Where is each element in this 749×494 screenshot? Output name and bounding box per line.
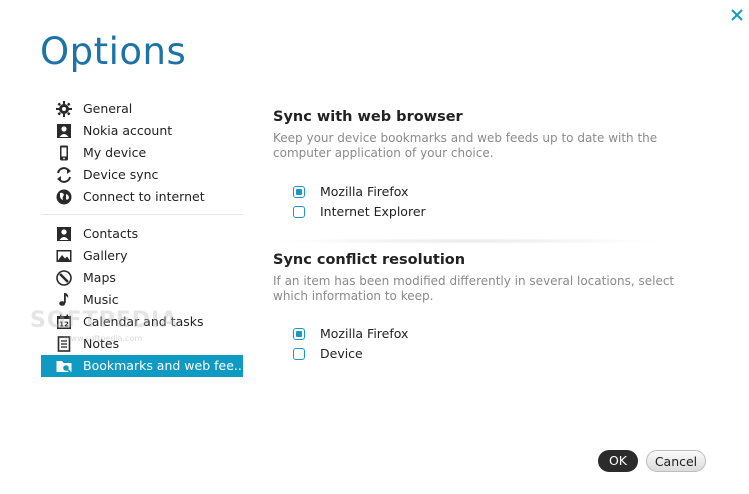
sidebar-item-label: Contacts bbox=[83, 226, 139, 241]
browser-option-internet-explorer[interactable]: Internet Explorer bbox=[273, 202, 693, 222]
section-divider bbox=[273, 238, 663, 244]
cancel-button[interactable]: Cancel bbox=[646, 450, 706, 472]
music-note-icon bbox=[59, 293, 69, 306]
sidebar-item-gallery[interactable]: Gallery bbox=[41, 245, 243, 267]
conflict-resolution-section: Sync conflict resolution If an item has … bbox=[273, 252, 693, 364]
page-title: Options bbox=[40, 30, 187, 73]
browser-option-firefox[interactable]: Mozilla Firefox bbox=[273, 182, 693, 202]
sidebar-item-label: Calendar and tasks bbox=[83, 314, 204, 329]
sidebar-item-label: General bbox=[83, 101, 133, 116]
sidebar-item-label: Gallery bbox=[83, 248, 128, 263]
sidebar-item-connect-to-internet[interactable]: Connect to internet bbox=[41, 186, 243, 208]
close-button[interactable] bbox=[728, 6, 746, 24]
sidebar-item-label: Bookmarks and web fee... bbox=[83, 358, 246, 373]
compass-icon bbox=[56, 270, 72, 286]
phone-icon bbox=[60, 145, 68, 161]
sidebar-item-label: Nokia account bbox=[83, 123, 173, 138]
radio-label: Device bbox=[320, 346, 363, 361]
calendar-day-number: 12 bbox=[59, 321, 69, 329]
sidebar-item-maps[interactable]: Maps bbox=[41, 267, 243, 289]
gallery-icon bbox=[56, 250, 72, 262]
sidebar-divider bbox=[41, 214, 243, 215]
radio-conflict-firefox[interactable] bbox=[293, 328, 305, 340]
conflict-option-device[interactable]: Device bbox=[273, 344, 693, 364]
calendar-icon: 12 bbox=[57, 314, 71, 329]
sidebar-item-nokia-account[interactable]: Nokia account bbox=[41, 120, 243, 142]
browser-sync-section: Sync with web browser Keep your device b… bbox=[273, 109, 693, 222]
sidebar-item-label: Maps bbox=[83, 270, 116, 285]
sidebar-item-label: Connect to internet bbox=[83, 189, 205, 204]
bookmark-folder-icon bbox=[56, 361, 72, 374]
radio-conflict-device[interactable] bbox=[293, 348, 305, 360]
conflict-resolution-title: Sync conflict resolution bbox=[273, 252, 466, 268]
sidebar-group-content: Contacts Gallery Maps Music 12 Calendar … bbox=[41, 223, 246, 377]
sidebar-item-label: Notes bbox=[83, 336, 120, 351]
close-icon bbox=[731, 9, 743, 21]
radio-internet-explorer[interactable] bbox=[293, 206, 305, 218]
globe-icon bbox=[56, 189, 72, 205]
contact-icon bbox=[57, 227, 71, 241]
conflict-resolution-description: If an item has been modified differently… bbox=[273, 274, 675, 303]
conflict-option-firefox[interactable]: Mozilla Firefox bbox=[273, 324, 693, 344]
sidebar-item-contacts[interactable]: Contacts bbox=[41, 223, 243, 245]
sidebar-group-device: General Nokia account My device Device s… bbox=[41, 98, 243, 208]
sidebar-item-calendar-and-tasks[interactable]: 12 Calendar and tasks bbox=[41, 311, 243, 333]
sidebar: General Nokia account My device Device s… bbox=[41, 98, 246, 377]
sidebar-item-music[interactable]: Music bbox=[41, 289, 243, 311]
sidebar-item-label: Music bbox=[83, 292, 119, 307]
person-icon bbox=[57, 124, 71, 138]
radio-label: Internet Explorer bbox=[320, 204, 426, 219]
radio-label: Mozilla Firefox bbox=[320, 326, 409, 341]
sidebar-item-my-device[interactable]: My device bbox=[41, 142, 243, 164]
gear-icon bbox=[56, 101, 72, 117]
sidebar-item-label: Device sync bbox=[83, 167, 159, 182]
sidebar-item-label: My device bbox=[83, 145, 147, 160]
radio-label: Mozilla Firefox bbox=[320, 184, 409, 199]
sync-icon bbox=[57, 167, 71, 183]
browser-sync-description: Keep your device bookmarks and web feeds… bbox=[273, 131, 658, 160]
radio-firefox[interactable] bbox=[293, 186, 305, 198]
sidebar-item-bookmarks-and-web-feeds[interactable]: Bookmarks and web fee... bbox=[41, 355, 246, 377]
notes-icon bbox=[57, 336, 71, 352]
ok-button[interactable]: OK bbox=[598, 450, 638, 472]
sidebar-item-device-sync[interactable]: Device sync bbox=[41, 164, 243, 186]
sidebar-item-general[interactable]: General bbox=[41, 98, 243, 120]
browser-sync-title: Sync with web browser bbox=[273, 109, 463, 125]
sidebar-item-notes[interactable]: Notes bbox=[41, 333, 243, 355]
